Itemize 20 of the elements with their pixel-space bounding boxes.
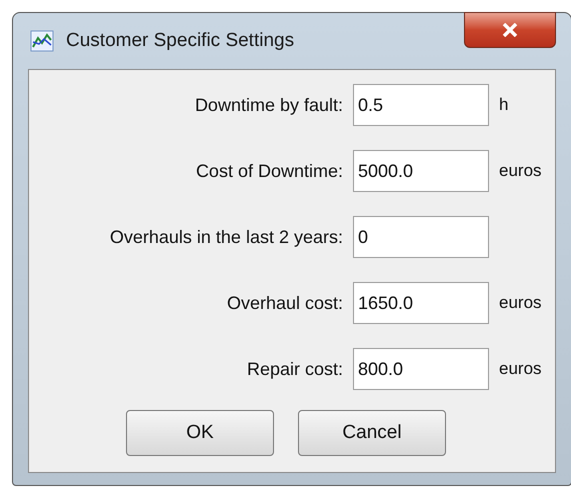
dialog-button[interactable]: OK [126,410,274,456]
field-label: Overhauls in the last 2 years: [108,226,343,249]
close-icon [502,23,518,37]
input-field[interactable]: 800.0 [353,348,489,390]
field-label: Cost of Downtime: [194,160,343,182]
input-field[interactable]: 0 [353,216,489,258]
dialog-button[interactable]: Cancel [298,410,446,456]
field-label: Overhaul cost: [226,292,343,314]
chart-icon [30,30,54,52]
input-field[interactable]: 1650.0 [353,282,489,324]
field-label: Repair cost: [246,358,343,381]
input-field[interactable]: 0.5 [353,84,489,126]
unit-label: euros [499,292,543,314]
input-field[interactable]: 5000.0 [353,150,489,192]
close-button[interactable] [464,12,556,48]
field-label: Downtime by fault: [194,94,343,117]
window-title: Customer Specific Settings [66,28,294,53]
unit-label: euros [499,160,543,182]
unit-label: h [499,94,510,116]
unit-label: euros [499,358,543,380]
